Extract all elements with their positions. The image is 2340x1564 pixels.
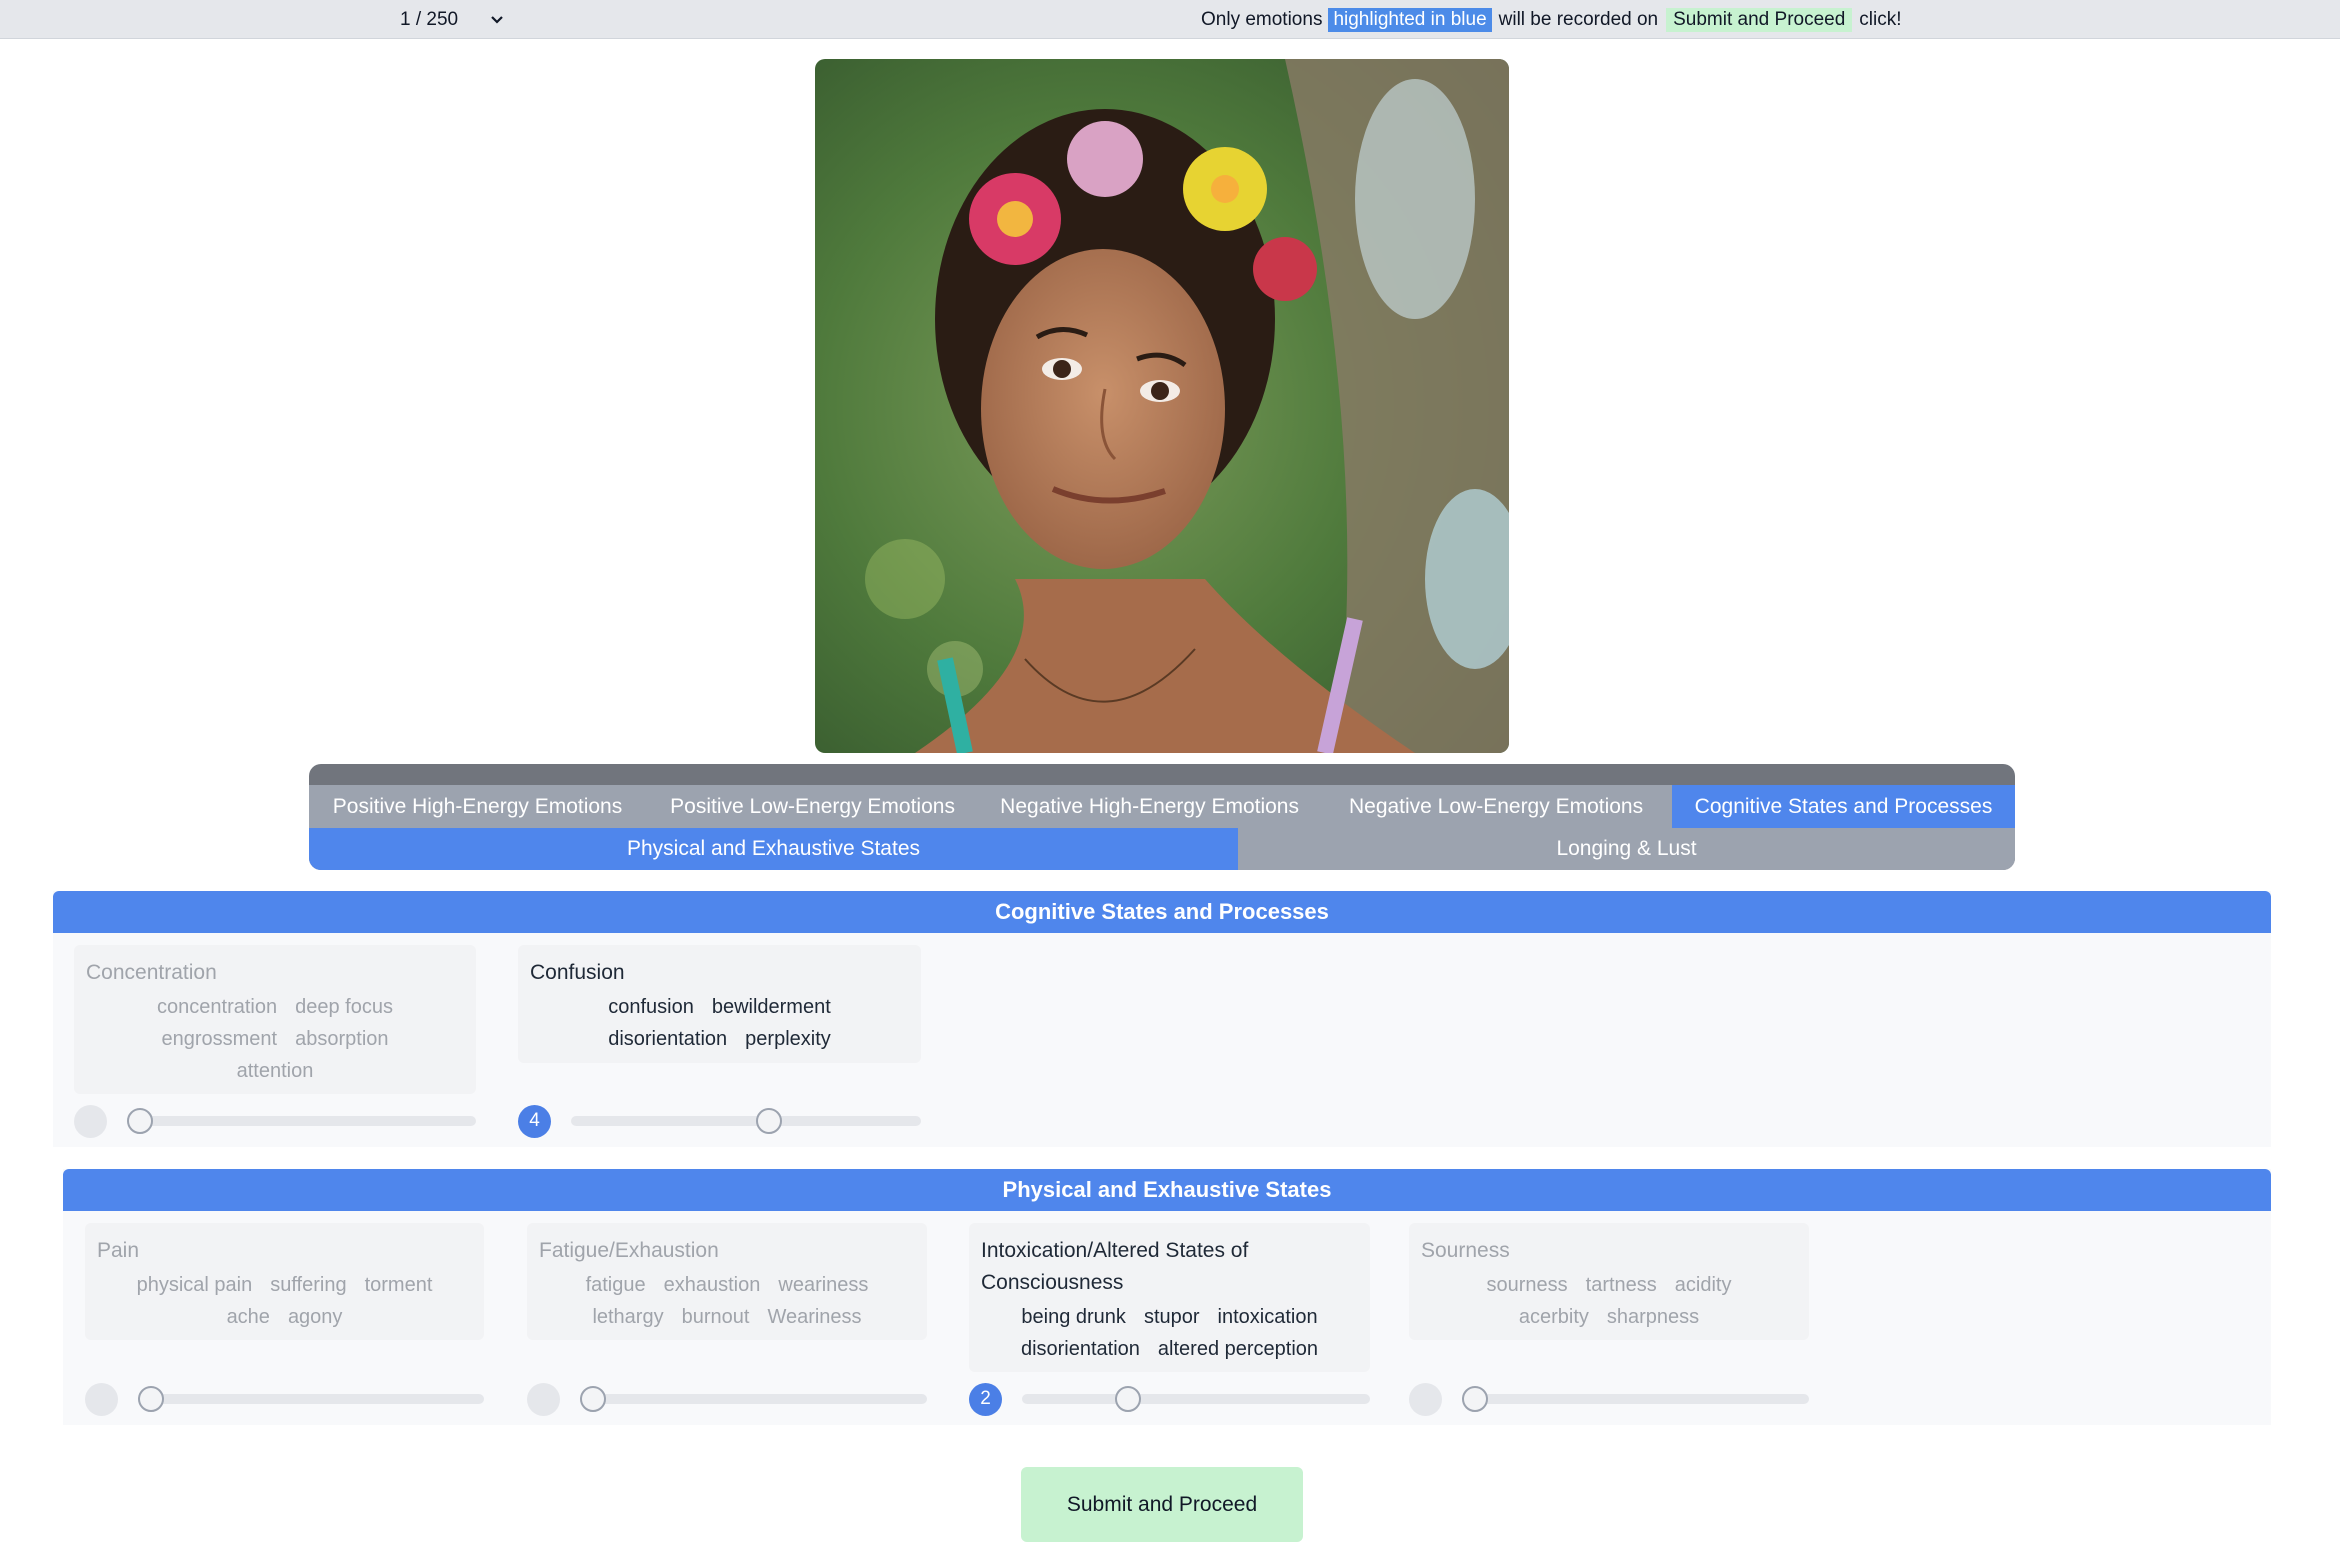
card-title: Pain [97, 1239, 140, 1262]
section-physical-exhaustive: Physical and Exhaustive States Pain phys… [63, 1169, 2271, 1425]
intensity-badge [527, 1382, 560, 1416]
word: ache [226, 1306, 270, 1328]
intensity-slider-fatigue[interactable] [527, 1382, 927, 1416]
slider-track[interactable] [571, 1116, 921, 1126]
word: acidity [1674, 1274, 1732, 1296]
emotion-card-sourness[interactable]: Sourness sourness tartness acidity acerbit… [1409, 1223, 1809, 1340]
word: physical pain [136, 1274, 253, 1296]
word: Weariness [767, 1306, 862, 1328]
submit-and-proceed-button[interactable]: Submit and Proceed [1021, 1467, 1303, 1542]
slider-thumb[interactable] [1462, 1386, 1488, 1412]
word: bewilderment [711, 996, 831, 1018]
word: sourness [1486, 1274, 1568, 1296]
instruction-notice: Only emotions highlighted in blue will b… [1201, 0, 1902, 39]
section-title: Cognitive States and Processes [53, 891, 2271, 933]
card-words: fatigue exhaustion weariness lethargy burno… [539, 1269, 915, 1333]
intensity-badge [1409, 1382, 1442, 1416]
slider-track[interactable] [138, 1394, 484, 1404]
slider-track[interactable] [1022, 1394, 1370, 1404]
intensity-badge [85, 1382, 118, 1416]
card-words: confusion bewilderment disorientation perp… [530, 991, 909, 1055]
emotion-card-fatigue[interactable]: Fatigue/Exhaustion fatigue exhaustion wear… [527, 1223, 927, 1340]
card-words: being drunk stupor intoxication disorienta… [981, 1301, 1358, 1365]
intensity-badge: 2 [969, 1382, 1002, 1416]
subject-photo [815, 59, 1509, 753]
word: tartness [1585, 1274, 1657, 1296]
word: agony [287, 1306, 343, 1328]
word: fatigue [585, 1274, 646, 1296]
word: sharpness [1606, 1306, 1700, 1328]
word: exhaustion [663, 1274, 761, 1296]
word: attention [236, 1060, 314, 1082]
slider-thumb[interactable] [580, 1386, 606, 1412]
word: concentration [157, 996, 278, 1018]
word: absorption [295, 1028, 389, 1050]
card-words: physical pain suffering torment ache agony [97, 1269, 472, 1333]
card-title: Intoxication/Altered States of Conscious… [981, 1239, 1249, 1294]
tab-positive-low-energy[interactable]: Positive Low-Energy Emotions [646, 785, 979, 828]
intensity-badge [74, 1104, 107, 1138]
word: acerbity [1518, 1306, 1589, 1328]
word: suffering [270, 1274, 347, 1296]
emotion-card-concentration[interactable]: Concentration concentration deep focus en… [74, 945, 476, 1094]
word: stupor [1143, 1306, 1200, 1328]
section-title: Physical and Exhaustive States [63, 1169, 2271, 1211]
card-words: sourness tartness acidity acerbity sharpnes… [1421, 1269, 1797, 1333]
slider-thumb[interactable] [755, 1108, 782, 1134]
card-title: Concentration [86, 961, 217, 984]
card-title: Confusion [530, 961, 625, 984]
notice-middle: will be recorded on [1498, 8, 1659, 30]
image-counter: 1 / 250 [400, 8, 459, 30]
word: being drunk [1021, 1306, 1126, 1328]
category-tabs: Positive High-Energy Emotions Positive L… [309, 764, 2015, 870]
slider-track[interactable] [580, 1394, 927, 1404]
chevron-down-icon[interactable] [490, 15, 504, 25]
emotion-card-intoxication[interactable]: Intoxication/Altered States of Conscious… [969, 1223, 1370, 1372]
word: lethargy [592, 1306, 664, 1328]
word: disorientation [608, 1028, 728, 1050]
word: confusion [608, 996, 694, 1018]
notice-green-highlight: Submit and Proceed [1666, 7, 1853, 32]
card-title: Sourness [1421, 1239, 1510, 1262]
word: perplexity [745, 1028, 831, 1050]
section-cognitive-states: Cognitive States and Processes Concentra… [53, 891, 2271, 1147]
slider-thumb[interactable] [138, 1386, 164, 1412]
intensity-slider-confusion[interactable]: 4 [518, 1104, 921, 1138]
word: deep focus [295, 996, 393, 1018]
emotion-card-pain[interactable]: Pain physical pain suffering torment ache a… [85, 1223, 484, 1340]
emotion-card-confusion[interactable]: Confusion confusion bewilderment disorien… [518, 945, 921, 1063]
intensity-slider-intoxication[interactable]: 2 [969, 1382, 1370, 1416]
word: engrossment [161, 1028, 278, 1050]
notice-suffix: click! [1859, 8, 1902, 30]
card-title: Fatigue/Exhaustion [539, 1239, 719, 1262]
card-words: concentration deep focus engrossment absor… [86, 991, 464, 1087]
tab-positive-high-energy[interactable]: Positive High-Energy Emotions [309, 785, 646, 828]
intensity-slider-pain[interactable] [85, 1382, 484, 1416]
notice-blue-highlight: highlighted in blue [1328, 7, 1492, 32]
notice-prefix: Only emotions [1201, 8, 1323, 30]
intensity-slider-sourness[interactable] [1409, 1382, 1809, 1416]
image-counter-select[interactable]: 1 / 250 [400, 0, 504, 39]
top-bar: 1 / 250 Only emotions highlighted in blu… [0, 0, 2340, 39]
word: burnout [681, 1306, 750, 1328]
slider-track[interactable] [1462, 1394, 1809, 1404]
word: weariness [778, 1274, 869, 1296]
intensity-badge: 4 [518, 1104, 551, 1138]
slider-thumb[interactable] [1115, 1386, 1142, 1412]
tab-cognitive-states[interactable]: Cognitive States and Processes [1672, 785, 2015, 828]
tab-longing-lust[interactable]: Longing & Lust [1238, 828, 2015, 870]
word: torment [364, 1274, 433, 1296]
intensity-slider-concentration[interactable] [74, 1104, 476, 1138]
word: altered perception [1157, 1338, 1319, 1360]
tab-negative-high-energy[interactable]: Negative High-Energy Emotions [979, 785, 1320, 828]
tab-negative-low-energy[interactable]: Negative Low-Energy Emotions [1320, 785, 1672, 828]
tab-physical-exhaustive[interactable]: Physical and Exhaustive States [309, 828, 1238, 870]
slider-thumb[interactable] [127, 1108, 153, 1134]
word: disorientation [1020, 1338, 1140, 1360]
word: intoxication [1217, 1306, 1318, 1328]
slider-track[interactable] [127, 1116, 476, 1126]
